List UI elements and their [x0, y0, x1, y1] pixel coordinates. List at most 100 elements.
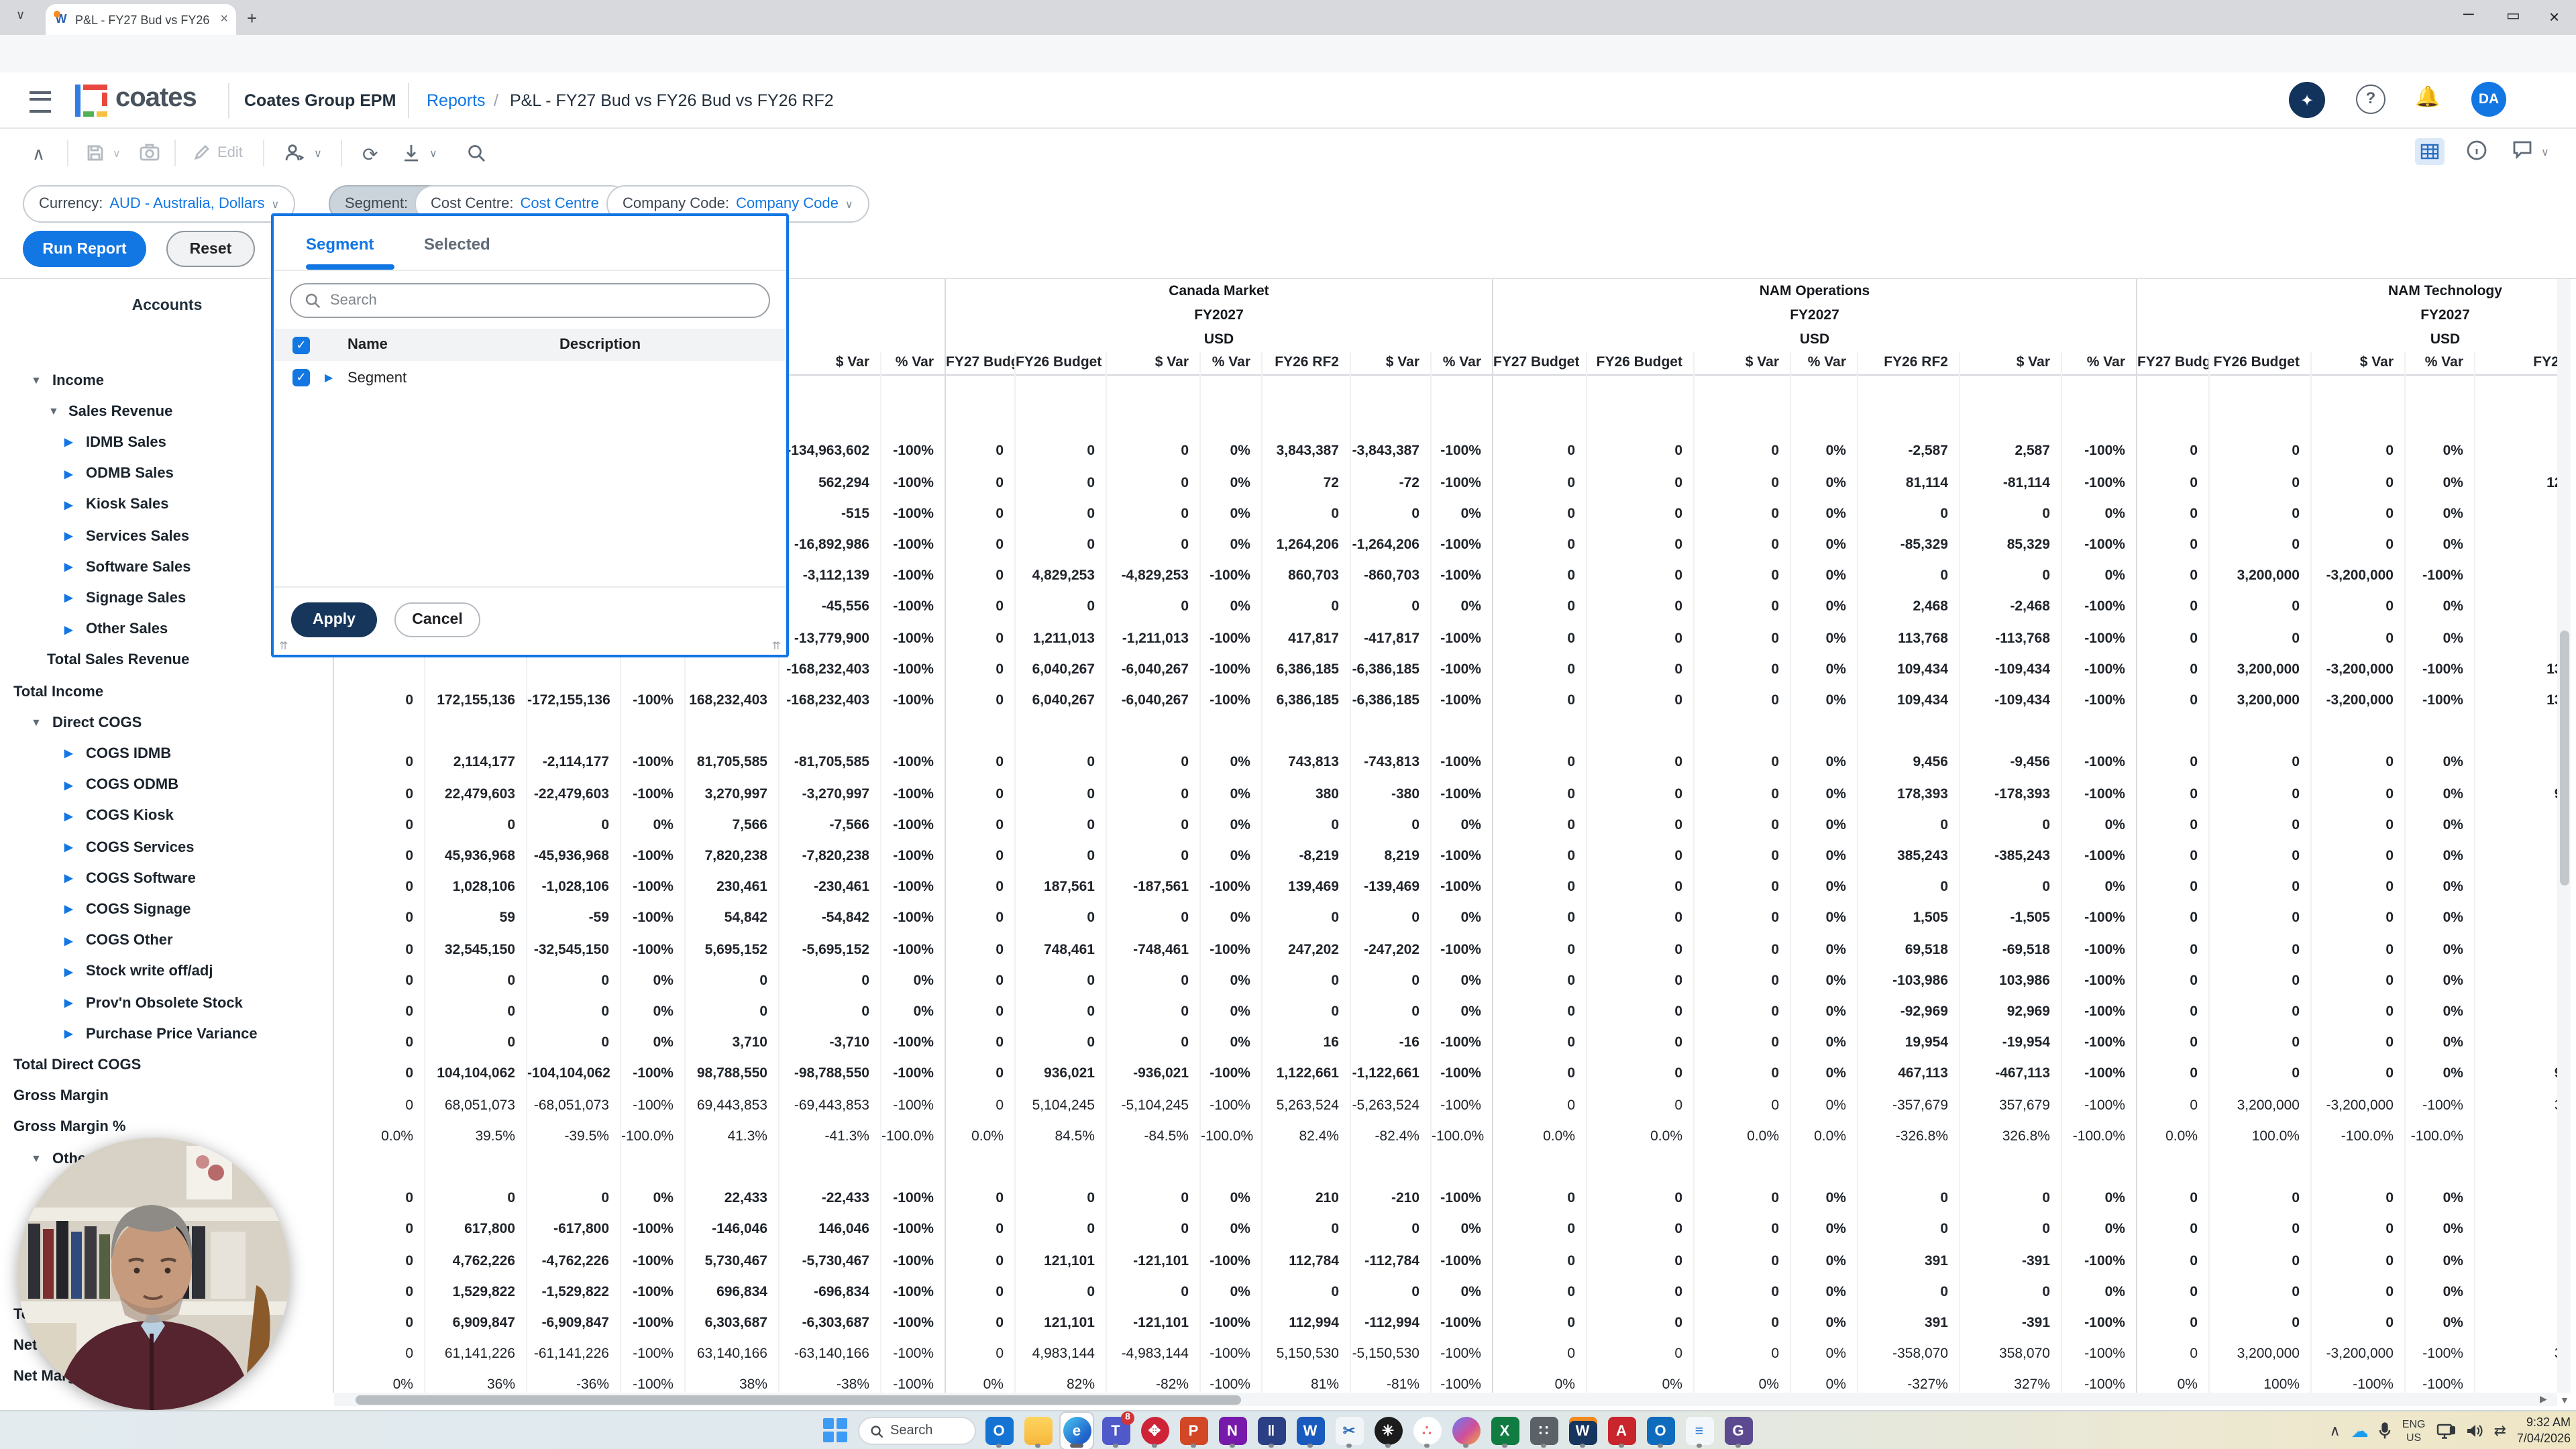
- taskbar-clock[interactable]: 9:32 AM7/04/2026: [2517, 1416, 2571, 1446]
- expand-icon[interactable]: ▶: [64, 437, 72, 449]
- apply-button[interactable]: Apply: [291, 602, 377, 637]
- vertical-scrollbar-thumb[interactable]: [2559, 631, 2569, 885]
- notifications-bell-icon[interactable]: 🔔: [2415, 85, 2440, 109]
- collapse-icon[interactable]: ▼: [31, 1152, 42, 1165]
- scroll-down-icon[interactable]: ▼: [2560, 1397, 2569, 1406]
- workday-icon[interactable]: W: [1566, 1413, 1599, 1449]
- info-icon[interactable]: [2466, 140, 2487, 165]
- expand-icon[interactable]: ▶: [64, 966, 72, 978]
- horizontal-scrollbar-thumb[interactable]: [356, 1395, 1241, 1404]
- expand-icon[interactable]: ▶: [64, 872, 72, 884]
- edit-pencil-icon[interactable]: [193, 144, 211, 165]
- download-icon[interactable]: [402, 144, 420, 166]
- select-all-checkbox[interactable]: ✓: [292, 336, 310, 354]
- collapse-icon[interactable]: ▼: [48, 405, 59, 417]
- edge-icon[interactable]: e: [1061, 1413, 1093, 1449]
- refresh-icon[interactable]: ⟳: [362, 144, 378, 166]
- tray-chevron-icon[interactable]: ∧: [2330, 1422, 2341, 1440]
- expand-icon[interactable]: ▶: [64, 997, 72, 1009]
- expand-icon[interactable]: ▶: [64, 468, 72, 480]
- browser-tab[interactable]: W P&L - FY27 Bud vs FY26 Bud vs FY ×: [46, 4, 236, 35]
- resize-handle[interactable]: ⇈: [772, 640, 781, 652]
- file-explorer-icon[interactable]: [1022, 1413, 1054, 1449]
- expand-icon[interactable]: ▶: [64, 904, 72, 916]
- share-user-icon[interactable]: [284, 144, 305, 166]
- comments-icon[interactable]: [2512, 140, 2533, 164]
- share-dropdown-icon[interactable]: ∨: [314, 148, 322, 160]
- popup-tab-selected[interactable]: Selected: [424, 235, 490, 254]
- taskbar-search-input[interactable]: Search: [858, 1417, 976, 1445]
- account-row-prov-n-obsolete-stock[interactable]: ▶Prov'n Obsolete Stock: [0, 987, 322, 1018]
- menu-icon[interactable]: [30, 91, 51, 113]
- language-indicator[interactable]: ENGUS: [2402, 1418, 2426, 1444]
- window-minimize-button[interactable]: ─: [2463, 7, 2474, 23]
- expand-icon[interactable]: ▶: [64, 841, 72, 853]
- copilot-icon[interactable]: [1450, 1413, 1482, 1449]
- outlook-new-icon[interactable]: O: [983, 1413, 1015, 1449]
- expand-icon[interactable]: ▶: [64, 499, 72, 511]
- collapse-icon[interactable]: ▼: [31, 374, 42, 386]
- gimp-icon[interactable]: G: [1722, 1413, 1754, 1449]
- account-row-purchase-price-variance[interactable]: ▶Purchase Price Variance: [0, 1018, 322, 1049]
- account-row-cogs-kiosk[interactable]: ▶COGS Kiosk: [0, 801, 322, 832]
- currency-filter-chip[interactable]: Currency:AUD - Australia, Dollars∨: [23, 185, 295, 223]
- popup-tab-segment[interactable]: Segment: [306, 235, 374, 254]
- breadcrumb-reports-link[interactable]: Reports: [427, 91, 486, 110]
- account-row-cogs-software[interactable]: ▶COGS Software: [0, 863, 322, 894]
- expand-icon[interactable]: ▶: [64, 623, 72, 635]
- account-row-direct-cogs[interactable]: ▼Direct COGS: [0, 707, 322, 738]
- user-avatar[interactable]: DA: [2471, 82, 2506, 117]
- onedrive-icon[interactable]: ☁: [2351, 1420, 2369, 1442]
- account-row-gross-margin[interactable]: Gross Margin: [0, 1081, 322, 1112]
- planner-icon[interactable]: ‖: [1255, 1413, 1287, 1449]
- assistant-icon[interactable]: ✦: [2289, 82, 2325, 118]
- expand-icon[interactable]: ▶: [325, 372, 333, 384]
- save-dropdown-icon[interactable]: ∨: [113, 148, 121, 160]
- teams-icon[interactable]: T8: [1099, 1413, 1132, 1449]
- comments-dropdown-icon[interactable]: ∨: [2541, 146, 2549, 158]
- window-close-button[interactable]: ×: [2549, 7, 2559, 27]
- snipping-tool-icon[interactable]: ✂: [1333, 1413, 1365, 1449]
- cancel-button[interactable]: Cancel: [394, 602, 480, 637]
- expand-icon[interactable]: ▶: [64, 592, 72, 604]
- expand-icon[interactable]: ▶: [64, 810, 72, 822]
- help-icon[interactable]: ?: [2356, 85, 2385, 114]
- account-row-cogs-signage[interactable]: ▶COGS Signage: [0, 894, 322, 925]
- notepad-icon[interactable]: ≡: [1683, 1413, 1715, 1449]
- run-report-button[interactable]: Run Report: [23, 231, 146, 267]
- word-icon[interactable]: W: [1294, 1413, 1326, 1449]
- chatgpt-icon[interactable]: ✳: [1372, 1413, 1404, 1449]
- tab-search-icon[interactable]: ∨: [16, 8, 25, 23]
- sync-icon[interactable]: ⇄: [2493, 1422, 2506, 1440]
- collapse-icon[interactable]: ▼: [31, 716, 42, 729]
- new-tab-button[interactable]: +: [247, 8, 257, 28]
- acrobat-icon[interactable]: A: [1605, 1413, 1638, 1449]
- expand-icon[interactable]: ▶: [64, 530, 72, 542]
- scroll-right-icon[interactable]: ▶: [2540, 1394, 2547, 1405]
- tab-close-icon[interactable]: ×: [220, 12, 228, 27]
- powerpoint-icon[interactable]: P: [1177, 1413, 1210, 1449]
- download-dropdown-icon[interactable]: ∨: [429, 148, 437, 160]
- expand-icon[interactable]: ▶: [64, 934, 72, 947]
- diamond-arrows-app-icon[interactable]: ✥: [1138, 1413, 1171, 1449]
- expand-icon[interactable]: ▶: [64, 561, 72, 573]
- excel-icon[interactable]: X: [1489, 1413, 1521, 1449]
- account-row-cogs-other[interactable]: ▶COGS Other: [0, 925, 322, 956]
- reset-button[interactable]: Reset: [166, 231, 255, 267]
- account-row-cogs-services[interactable]: ▶COGS Services: [0, 832, 322, 863]
- account-row-total-income[interactable]: Total Income: [0, 676, 322, 707]
- account-row-cogs-idmb[interactable]: ▶COGS IDMB: [0, 739, 322, 769]
- account-row-stock-write-off-adj[interactable]: ▶Stock write off/adj: [0, 957, 322, 987]
- calculator-icon[interactable]: ∷: [1527, 1413, 1560, 1449]
- network-icon[interactable]: [2436, 1423, 2455, 1439]
- account-row-cogs-odmb[interactable]: ▶COGS ODMB: [0, 769, 322, 800]
- account-row-total-direct-cogs[interactable]: Total Direct COGS: [0, 1050, 322, 1081]
- start-button[interactable]: [822, 1416, 851, 1446]
- asana-icon[interactable]: ∴: [1411, 1413, 1443, 1449]
- save-icon[interactable]: [86, 144, 105, 166]
- segment-checkbox[interactable]: ✓: [292, 369, 310, 386]
- collapse-toolbar-icon[interactable]: ∧: [32, 144, 45, 165]
- resize-handle[interactable]: ⇈: [279, 640, 288, 652]
- outlook-classic-icon[interactable]: O: [1644, 1413, 1676, 1449]
- snapshot-icon[interactable]: [140, 144, 160, 165]
